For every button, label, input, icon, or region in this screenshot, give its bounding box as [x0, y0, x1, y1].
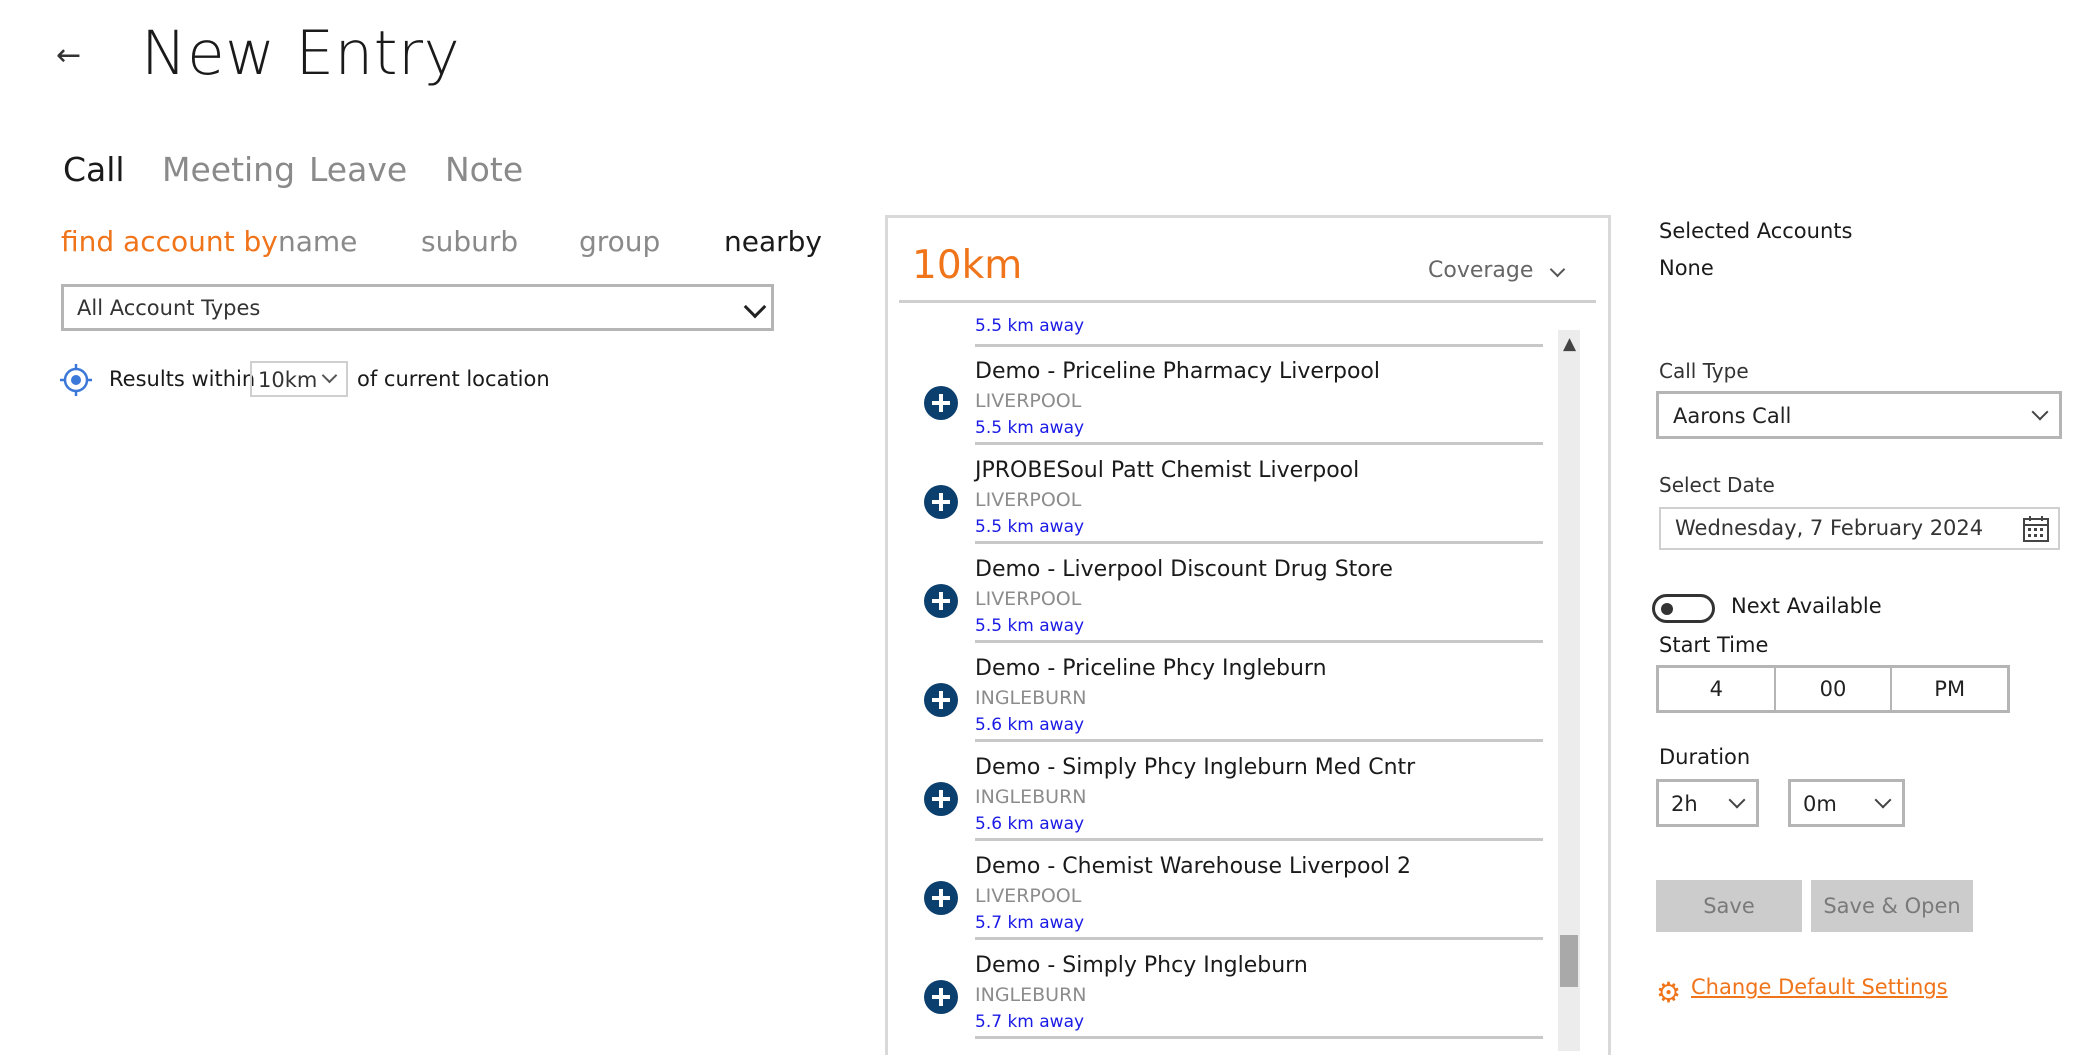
select-date-label: Select Date — [1659, 473, 1775, 497]
start-time-label: Start Time — [1659, 633, 1769, 657]
next-available-toggle[interactable] — [1652, 594, 1715, 623]
chevron-down-icon — [2031, 403, 2049, 421]
find-by-group[interactable]: group — [579, 225, 660, 258]
account-name: Demo - Liverpool Discount Drug Store — [975, 557, 1393, 582]
panel-radius: 10km — [912, 243, 1023, 288]
change-default-settings-link[interactable]: Change Default Settings — [1691, 975, 1948, 999]
start-period[interactable]: PM — [1892, 668, 2007, 710]
account-name: Demo - Priceline Pharmacy Liverpool — [975, 359, 1380, 384]
account-distance: 5.5 km away — [975, 418, 1085, 438]
back-arrow-icon[interactable]: ← — [56, 36, 86, 76]
find-by-name[interactable]: name — [278, 225, 357, 258]
duration-minutes-value: 0m — [1803, 792, 1837, 816]
account-suburb: INGLEBURN — [975, 984, 1087, 1006]
account-name: Demo - Simply Phcy Ingleburn — [975, 953, 1308, 978]
tab-call[interactable]: Call — [63, 150, 125, 189]
account-distance: 5.7 km away — [975, 1012, 1085, 1032]
distance-value: 10km — [258, 368, 318, 392]
duration-hours-value: 2h — [1671, 792, 1698, 816]
sort-value: Coverage — [1428, 258, 1534, 283]
sort-select[interactable]: Coverage — [1428, 258, 1566, 283]
add-account-icon[interactable] — [924, 386, 958, 420]
list-item[interactable]: Demo - Simply Phcy Ingleburn Med Cntr IN… — [920, 742, 1543, 841]
add-account-icon[interactable] — [924, 980, 958, 1014]
scroll-up-icon[interactable]: ▲ — [1563, 334, 1576, 354]
date-value: Wednesday, 7 February 2024 — [1675, 516, 1984, 540]
account-name: Demo - Simply Phcy Ingleburn Med Cntr — [975, 755, 1416, 780]
account-distance: 5.6 km away — [975, 814, 1085, 834]
chevron-down-icon — [321, 367, 338, 384]
add-account-icon[interactable] — [924, 683, 958, 717]
duration-label: Duration — [1659, 745, 1751, 769]
account-suburb: INGLEBURN — [975, 687, 1087, 709]
partial-item-distance: 5.5 km away — [975, 316, 1085, 336]
next-available-label: Next Available — [1731, 594, 1882, 618]
add-account-icon[interactable] — [924, 485, 958, 519]
list-item[interactable]: Demo - Priceline Phcy Ingleburn INGLEBUR… — [920, 643, 1543, 742]
add-account-icon[interactable] — [924, 881, 958, 915]
account-suburb: INGLEBURN — [975, 786, 1087, 808]
list-item[interactable]: Demo - Priceline Pharmacy Liverpool LIVE… — [920, 346, 1543, 445]
date-picker[interactable]: Wednesday, 7 February 2024 — [1659, 507, 2060, 550]
tab-note[interactable]: Note — [445, 150, 523, 189]
save-button[interactable]: Save — [1656, 880, 1802, 932]
chevron-down-icon — [1728, 791, 1746, 809]
start-hour[interactable]: 4 — [1659, 668, 1776, 710]
scrollbar-thumb[interactable] — [1560, 935, 1578, 987]
account-distance: 5.7 km away — [975, 913, 1085, 933]
account-name: Demo - Chemist Warehouse Liverpool 2 — [975, 854, 1411, 879]
current-location-label: of current location — [357, 367, 550, 391]
account-name: Demo - Priceline Phcy Ingleburn — [975, 656, 1327, 681]
tab-meeting[interactable]: Meeting — [162, 150, 295, 189]
add-account-icon[interactable] — [924, 584, 958, 618]
list-item[interactable]: Demo - Chemist Warehouse Liverpool 2 LIV… — [920, 841, 1543, 940]
list-item[interactable]: Demo - Liverpool Discount Drug Store LIV… — [920, 544, 1543, 643]
selected-accounts-value: None — [1659, 256, 1714, 280]
chevron-down-icon — [1874, 791, 1892, 809]
selected-accounts-label: Selected Accounts — [1659, 219, 1853, 243]
tab-leave[interactable]: Leave — [309, 150, 407, 189]
page-title: New Entry — [141, 18, 461, 89]
list-item[interactable]: Demo - Simply Phcy Ingleburn INGLEBURN 5… — [920, 940, 1543, 1039]
location-target-icon — [60, 364, 92, 396]
account-suburb: LIVERPOOL — [975, 390, 1082, 412]
call-type-value: Aarons Call — [1673, 404, 1792, 428]
start-time-picker[interactable]: 4 00 PM — [1656, 665, 2010, 713]
account-suburb: LIVERPOOL — [975, 489, 1082, 511]
chevron-down-icon — [743, 295, 767, 319]
account-type-value: All Account Types — [77, 296, 261, 320]
list-divider — [975, 1036, 1543, 1039]
distance-select[interactable]: 10km — [250, 361, 348, 397]
calendar-icon[interactable] — [2022, 515, 2050, 543]
account-distance: 5.6 km away — [975, 715, 1085, 735]
gear-icon[interactable]: ⚙ — [1656, 976, 1681, 1009]
find-account-label: find account by — [61, 225, 278, 258]
duration-hours-select[interactable]: 2h — [1656, 779, 1759, 827]
results-within-label: Results within — [109, 367, 256, 391]
call-type-select[interactable]: Aarons Call — [1656, 391, 2062, 439]
duration-minutes-select[interactable]: 0m — [1788, 779, 1905, 827]
account-suburb: LIVERPOOL — [975, 588, 1082, 610]
call-type-label: Call Type — [1659, 359, 1749, 383]
panel-divider — [899, 300, 1596, 303]
list-item[interactable]: JPROBESoul Patt Chemist Liverpool LIVERP… — [920, 445, 1543, 544]
start-minute[interactable]: 00 — [1776, 668, 1893, 710]
add-account-icon[interactable] — [924, 782, 958, 816]
account-type-select[interactable]: All Account Types — [61, 284, 774, 331]
find-by-suburb[interactable]: suburb — [421, 225, 518, 258]
account-distance: 5.5 km away — [975, 517, 1085, 537]
account-suburb: LIVERPOOL — [975, 885, 1082, 907]
account-distance: 5.5 km away — [975, 616, 1085, 636]
save-open-button[interactable]: Save & Open — [1811, 880, 1973, 932]
account-name: JPROBESoul Patt Chemist Liverpool — [975, 458, 1360, 483]
find-by-nearby[interactable]: nearby — [724, 225, 822, 258]
